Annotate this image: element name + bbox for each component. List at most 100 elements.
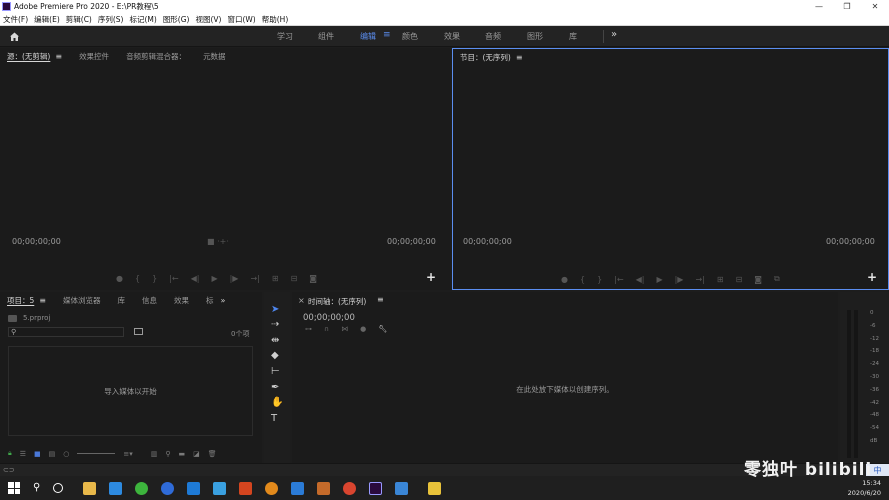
program-extract-icon[interactable]: ⊟ — [736, 275, 743, 284]
source-menu-icon[interactable]: ≡ — [55, 52, 62, 61]
source-go-to-out-icon[interactable]: →| — [250, 274, 259, 283]
timeline-playhead-timecode[interactable]: 00;00;00;00 — [303, 313, 355, 323]
program-step-forward-icon[interactable]: |▶ — [675, 275, 684, 284]
workspace-tab-color[interactable]: 颜色 — [402, 31, 418, 42]
timeline-menu-icon[interactable]: ≡ — [377, 295, 384, 304]
program-export-frame-icon[interactable]: ◙ — [754, 275, 762, 284]
ripple-edit-tool-icon[interactable]: ⇹ — [271, 335, 279, 346]
project-media-drop-area[interactable]: 导入媒体以开始 — [8, 346, 253, 436]
source-playhead-timecode[interactable]: 00;00;00;00 — [12, 237, 61, 246]
hand-tool-icon[interactable]: ✋ — [271, 397, 283, 408]
tab-metadata[interactable]: 元数据 — [203, 51, 226, 62]
freeform-view-icon[interactable]: ▤ — [49, 450, 56, 458]
razor-tool-icon[interactable]: ◆ — [271, 350, 279, 361]
vscode-icon[interactable] — [291, 481, 305, 495]
source-insert-icon[interactable]: ⊞ — [272, 274, 279, 283]
taskbar-app-arrow-icon[interactable] — [317, 481, 331, 495]
menu-window[interactable]: 窗口(W) — [224, 14, 258, 25]
maximize-button[interactable]: ❐ — [833, 2, 861, 11]
find-icon[interactable]: ⚲ — [165, 450, 170, 458]
add-marker-icon[interactable]: ● — [360, 325, 366, 333]
workspace-tab-graphics[interactable]: 图形 — [527, 31, 543, 42]
new-item-icon[interactable]: ◪ — [193, 450, 200, 458]
new-bin-icon[interactable]: ▬ — [179, 450, 186, 458]
wechat-icon[interactable] — [135, 481, 149, 495]
selection-tool-icon[interactable]: ➤ — [271, 304, 279, 315]
taskbar-app-blue-icon[interactable] — [395, 481, 409, 495]
source-overwrite-icon[interactable]: ⊟ — [291, 274, 298, 283]
program-mark-in-icon[interactable]: { — [580, 275, 585, 284]
close-button[interactable]: ✕ — [861, 2, 889, 11]
cortana-icon[interactable] — [53, 483, 64, 493]
sort-icon[interactable]: ≡▾ — [123, 450, 132, 458]
menu-edit[interactable]: 编辑(E) — [31, 14, 63, 25]
menu-sequence[interactable]: 序列(S) — [95, 14, 127, 25]
pen-tool-icon[interactable]: ✒ — [271, 382, 279, 393]
tab-markers[interactable]: 标 — [206, 295, 214, 306]
timeline-close-icon[interactable]: × — [298, 296, 305, 305]
zoom-slider-handle-icon[interactable]: ○ — [63, 450, 69, 458]
source-drop-video-icon[interactable]: ■ ·+· — [207, 237, 229, 246]
taskbar-app-star-icon[interactable] — [109, 481, 123, 495]
program-go-to-out-icon[interactable]: →| — [695, 275, 704, 284]
source-marker-icon[interactable]: ● — [116, 274, 123, 283]
status-link-icon[interactable]: ⊂⊃ — [3, 466, 15, 474]
type-tool-icon[interactable]: T — [271, 413, 277, 424]
source-step-forward-icon[interactable]: |▶ — [230, 274, 239, 283]
list-view-icon[interactable]: ☰ — [20, 450, 26, 458]
menu-view[interactable]: 视图(V) — [192, 14, 224, 25]
taskbar-app-z-icon[interactable] — [239, 481, 253, 495]
menu-clip[interactable]: 剪辑(C) — [63, 14, 95, 25]
tab-info[interactable]: 信息 — [142, 295, 157, 306]
workspace-tab-assembly[interactable]: 组件 — [318, 31, 334, 42]
zoom-slider[interactable] — [77, 453, 116, 454]
workspace-tab-libraries[interactable]: 库 — [569, 31, 577, 42]
lock-icon[interactable]: 🔒︎ — [8, 449, 12, 458]
home-icon[interactable] — [9, 31, 20, 42]
source-export-frame-icon[interactable]: ◙ — [309, 274, 317, 283]
taskbar-search-icon[interactable]: ⚲ — [33, 482, 40, 495]
program-lift-icon[interactable]: ⊞ — [717, 275, 724, 284]
taskbar-app-cloud-icon[interactable] — [213, 481, 227, 495]
tab-timeline[interactable]: 时间轴：(无序列) — [308, 296, 366, 307]
program-compare-icon[interactable]: ⧉ — [774, 274, 780, 284]
tab-effects[interactable]: 效果 — [174, 295, 189, 306]
file-explorer-icon[interactable] — [83, 481, 97, 495]
program-go-to-in-icon[interactable]: |← — [614, 275, 623, 284]
project-more-tabs-icon[interactable]: » — [220, 296, 225, 305]
new-search-bin-icon[interactable] — [134, 328, 143, 335]
wrench-icon[interactable]: 🔧︎ — [378, 325, 387, 333]
workspace-menu-icon[interactable]: ≡ — [383, 30, 391, 40]
tab-program[interactable]: 节目：(无序列) — [460, 52, 511, 63]
source-mark-out-icon[interactable]: } — [152, 274, 157, 283]
taskbar-app-search-icon[interactable] — [265, 481, 279, 495]
project-search-input[interactable]: ⚲ — [8, 327, 124, 337]
source-go-to-in-icon[interactable]: |← — [169, 274, 178, 283]
chrome-icon[interactable] — [343, 481, 357, 495]
menu-graphics[interactable]: 图形(G) — [160, 14, 193, 25]
snap-icon[interactable]: ∩ — [324, 325, 329, 333]
windows-start-icon[interactable] — [8, 482, 20, 494]
menu-markers[interactable]: 标记(M) — [126, 14, 159, 25]
workspace-more-icon[interactable]: » — [611, 29, 617, 40]
program-playhead-timecode[interactable]: 00;00;00;00 — [463, 237, 512, 246]
source-add-button-icon[interactable]: + — [426, 270, 436, 284]
taskbar-app-k-icon[interactable] — [161, 481, 175, 495]
tab-effect-controls[interactable]: 效果控件 — [79, 51, 109, 62]
menu-file[interactable]: 文件(F) — [0, 14, 31, 25]
program-add-button-icon[interactable]: + — [867, 270, 877, 284]
taskbar-app-t-icon[interactable] — [187, 481, 201, 495]
tab-project[interactable]: 项目：5 — [7, 295, 34, 306]
automate-to-sequence-icon[interactable]: ▥ — [151, 450, 158, 458]
icon-view-icon[interactable]: ■ — [34, 450, 41, 458]
tab-media-browser[interactable]: 媒体浏览器 — [63, 295, 101, 306]
premiere-taskbar-icon[interactable] — [369, 481, 383, 495]
source-mark-in-icon[interactable]: { — [135, 274, 140, 283]
program-marker-icon[interactable]: ● — [561, 275, 568, 284]
tab-libraries[interactable]: 库 — [117, 295, 125, 306]
tab-audio-clip-mixer[interactable]: 音频剪辑混合器： — [126, 51, 186, 62]
program-mark-out-icon[interactable]: } — [597, 275, 602, 284]
source-play-icon[interactable]: ▶ — [211, 274, 217, 283]
workspace-tab-learning[interactable]: 学习 — [277, 31, 293, 42]
clear-icon[interactable]: 🗑︎ — [208, 450, 217, 458]
